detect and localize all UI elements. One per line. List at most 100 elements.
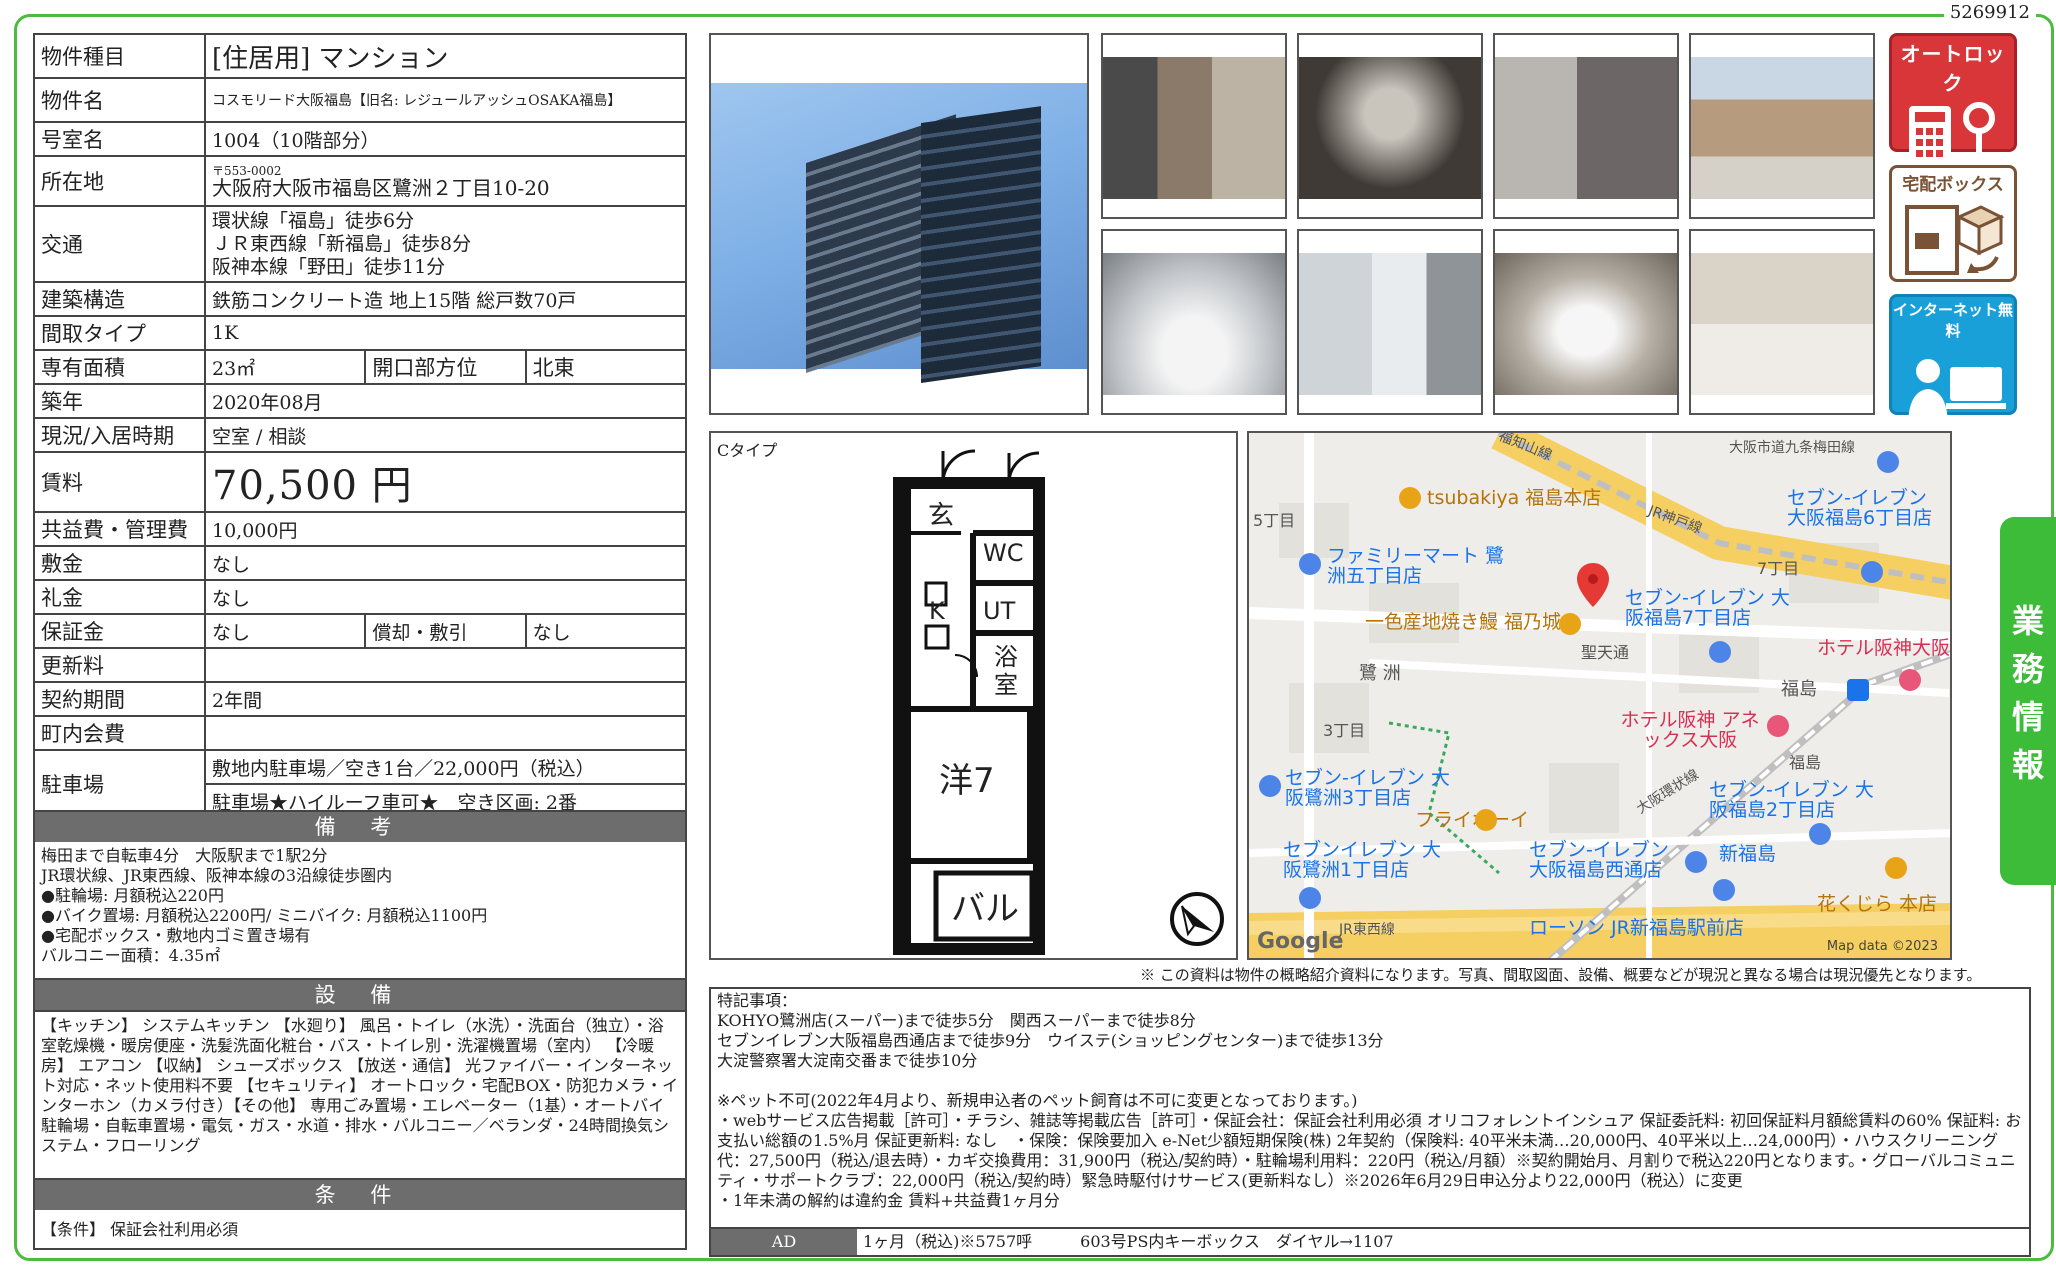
map-label-fryboy: フライボーイ xyxy=(1415,809,1530,831)
fee-value: 10,000円 xyxy=(204,511,687,547)
tab-char: 務 xyxy=(2011,650,2044,688)
store-pin-icon xyxy=(1299,887,1321,909)
notes-line: バルコニー面積：4.35㎡ xyxy=(41,946,221,965)
ad-row: AD 1ヶ月（税込)※5757呼 603号PS内キーボックス ダイヤル→1107 xyxy=(711,1227,2029,1255)
rent-value: 70,500 円 xyxy=(204,451,687,513)
ad-text: 1ヶ月（税込)※5757呼 603号PS内キーボックス ダイヤル→1107 xyxy=(863,1232,1394,1251)
tab-char: 業 xyxy=(2011,602,2044,640)
map-attribution: Map data ©2023 xyxy=(1826,939,1938,954)
courtyard-photo[interactable] xyxy=(1689,33,1875,219)
map-label-seven-s1: セブンイレブン 大阪鷺洲1丁目店 xyxy=(1283,839,1442,881)
address-label: 所在地 xyxy=(33,155,206,207)
parking-value-1: 敷地内駐車場／空き1台／22,000円（税込） xyxy=(204,749,687,785)
room-bath: 浴室 xyxy=(994,643,1018,699)
toilet-photo[interactable] xyxy=(1493,229,1679,415)
room-western: 洋7 xyxy=(939,761,995,801)
area-label: 専有面積 xyxy=(33,349,206,385)
location-map[interactable]: 福知山線 大阪市道九条梅田線 tsubakiya 福島本店 JR神戸線 セブン-… xyxy=(1247,431,1952,960)
fee-label: 共益費・管理費 xyxy=(33,511,206,547)
map-label-5chome: 5丁目 xyxy=(1253,511,1296,530)
map-label-kujo-road: 大阪市道九条梅田線 xyxy=(1729,440,1855,456)
renewal-value xyxy=(204,647,687,683)
business-info-tab[interactable]: 業 務 情 報 xyxy=(2000,517,2056,885)
store-pin-icon xyxy=(1713,879,1735,901)
property-spec-table: 物件種目 [住居用] マンション 物件名 コスモリード大阪福島【旧名: レジュー… xyxy=(33,33,688,819)
store-pin-icon xyxy=(1877,451,1899,473)
address-value: 大阪府大阪市福島区鷺洲２丁目10-20 xyxy=(212,176,550,200)
document-id: 5269912 xyxy=(1943,2,2036,23)
equipment-text: 【キッチン】 システムキッチン 【水廻り】 風呂・トイレ（水洗）・洗面台（独立）… xyxy=(41,1016,679,1155)
direction-label: 開口部方位 xyxy=(364,349,527,385)
status-label: 現況/入居時期 xyxy=(33,417,206,453)
renewal-label: 更新料 xyxy=(33,647,206,683)
map-label-seiten: 聖天通 xyxy=(1581,643,1630,662)
delivery-box-icon xyxy=(1905,205,2005,275)
kind-label: 物件種目 xyxy=(33,33,206,79)
store-pin-icon xyxy=(1299,553,1321,575)
store-pin-icon xyxy=(1861,561,1883,583)
map-label-seven-f2: セブン-イレブン 大阪福島2丁目店 xyxy=(1709,779,1874,821)
station-icon xyxy=(1847,679,1869,701)
store-pin-icon xyxy=(1809,823,1831,845)
deposit-value: なし xyxy=(204,545,687,581)
parking-label: 駐車場 xyxy=(33,749,206,819)
conditions-section: 条 件 【条件】 保証会社利用必須 xyxy=(33,1178,687,1250)
status-value: 空室 / 相談 xyxy=(204,417,687,453)
amortization-value: なし xyxy=(524,613,688,649)
room-balcony: バル xyxy=(951,889,1019,929)
building-exterior-photo[interactable] xyxy=(709,33,1089,415)
compass-icon xyxy=(1170,892,1224,946)
map-label-hotel-annex: ホテル阪神 アネックス大阪 xyxy=(1620,709,1760,751)
mailbox-photo[interactable] xyxy=(1493,33,1679,219)
tab-char: 情 xyxy=(2011,698,2044,736)
map-label-seven-s3: セブン-イレブン 大阪鷺洲3丁目店 xyxy=(1285,767,1450,809)
bathroom-photo[interactable] xyxy=(1297,229,1483,415)
built-year-value: 2020年08月 xyxy=(204,383,687,419)
restaurant-pin-icon xyxy=(1399,487,1421,509)
room-kitchen: K xyxy=(929,597,945,625)
room-ut: UT xyxy=(983,597,1016,625)
transit-line: ＪＲ東西線「新福島」徒歩8分 xyxy=(212,232,472,255)
lobby-photo[interactable] xyxy=(1297,33,1483,219)
store-pin-icon xyxy=(1709,641,1731,663)
transit-line: 阪神本線「野田」徒歩11分 xyxy=(212,255,446,278)
conditions-title: 条 件 xyxy=(35,1180,685,1210)
hotel-pin-icon xyxy=(1767,715,1789,737)
map-label-seven-7: セブン-イレブン 大阪福島7丁目店 xyxy=(1625,587,1790,629)
structure-value: 鉄筋コンクリート造 地上15階 総戸数70戸 xyxy=(204,281,687,317)
built-year-label: 築年 xyxy=(33,383,206,419)
autolock-label: オートロック xyxy=(1900,42,2006,95)
special-notes-section: 特記事項： KOHYO鷺洲店(スーパー)まで徒歩5分 関西スーパーまで徒歩8分 … xyxy=(709,987,2031,1257)
store-pin-icon xyxy=(1685,851,1707,873)
notes-line: JR環状線、JR東西線、阪神本線の3沿線徒歩圏内 xyxy=(41,866,393,885)
notes-line: 梅田まで自転車4分 大阪駅まで1駅2分 xyxy=(41,846,328,865)
map-label-unagi: 一色産地焼き鰻 福乃城 xyxy=(1365,611,1562,633)
floorplan[interactable]: Cタイプ 玄 WC K UT 浴室 洋7 バル xyxy=(709,431,1238,960)
property-location-pin-icon xyxy=(1577,563,1609,607)
map-label-hotel-hanshin: ホテル阪神大阪 xyxy=(1817,637,1951,659)
room-value: 1004（10階部分） xyxy=(204,121,687,157)
restaurant-pin-icon xyxy=(1559,613,1581,635)
room-wc: WC xyxy=(983,539,1024,567)
map-label-hanakujira: 花くじら 本店 xyxy=(1817,893,1938,915)
entrance-photo[interactable] xyxy=(1101,33,1287,219)
association-fee-label: 町内会費 xyxy=(33,715,206,751)
map-label-seven-nishi: セブン-イレブン 大阪福島西通店 xyxy=(1529,839,1669,881)
notes-title: 備 考 xyxy=(35,812,685,842)
ad-label: AD xyxy=(711,1229,857,1255)
map-label-jr-tozai: JR東西線 xyxy=(1339,922,1395,938)
free-internet-label: インターネット無料 xyxy=(1892,301,2013,340)
restaurant-pin-icon xyxy=(1885,857,1907,879)
deposit-label: 敷金 xyxy=(33,545,206,581)
washbasin-photo[interactable] xyxy=(1101,229,1287,415)
special-notes-text: 特記事項： KOHYO鷺洲店(スーパー)まで徒歩5分 関西スーパーまで徒歩8分 … xyxy=(717,991,2022,1210)
map-label-lawson: ローソン JR新福島駅前店 xyxy=(1529,917,1744,939)
store-pin-icon xyxy=(1259,775,1281,797)
map-label-3chome: 3丁目 xyxy=(1323,721,1366,740)
restaurant-pin-icon xyxy=(1475,809,1497,831)
key-money-label: 礼金 xyxy=(33,579,206,615)
guarantee-value: なし xyxy=(203,613,367,649)
conditions-text: 【条件】 保証会社利用必須 xyxy=(41,1220,239,1239)
equipment-section: 設 備 【キッチン】 システムキッチン 【水廻り】 風呂・トイレ（水洗）・洗面台… xyxy=(33,978,687,1188)
room-photo[interactable] xyxy=(1689,229,1875,415)
